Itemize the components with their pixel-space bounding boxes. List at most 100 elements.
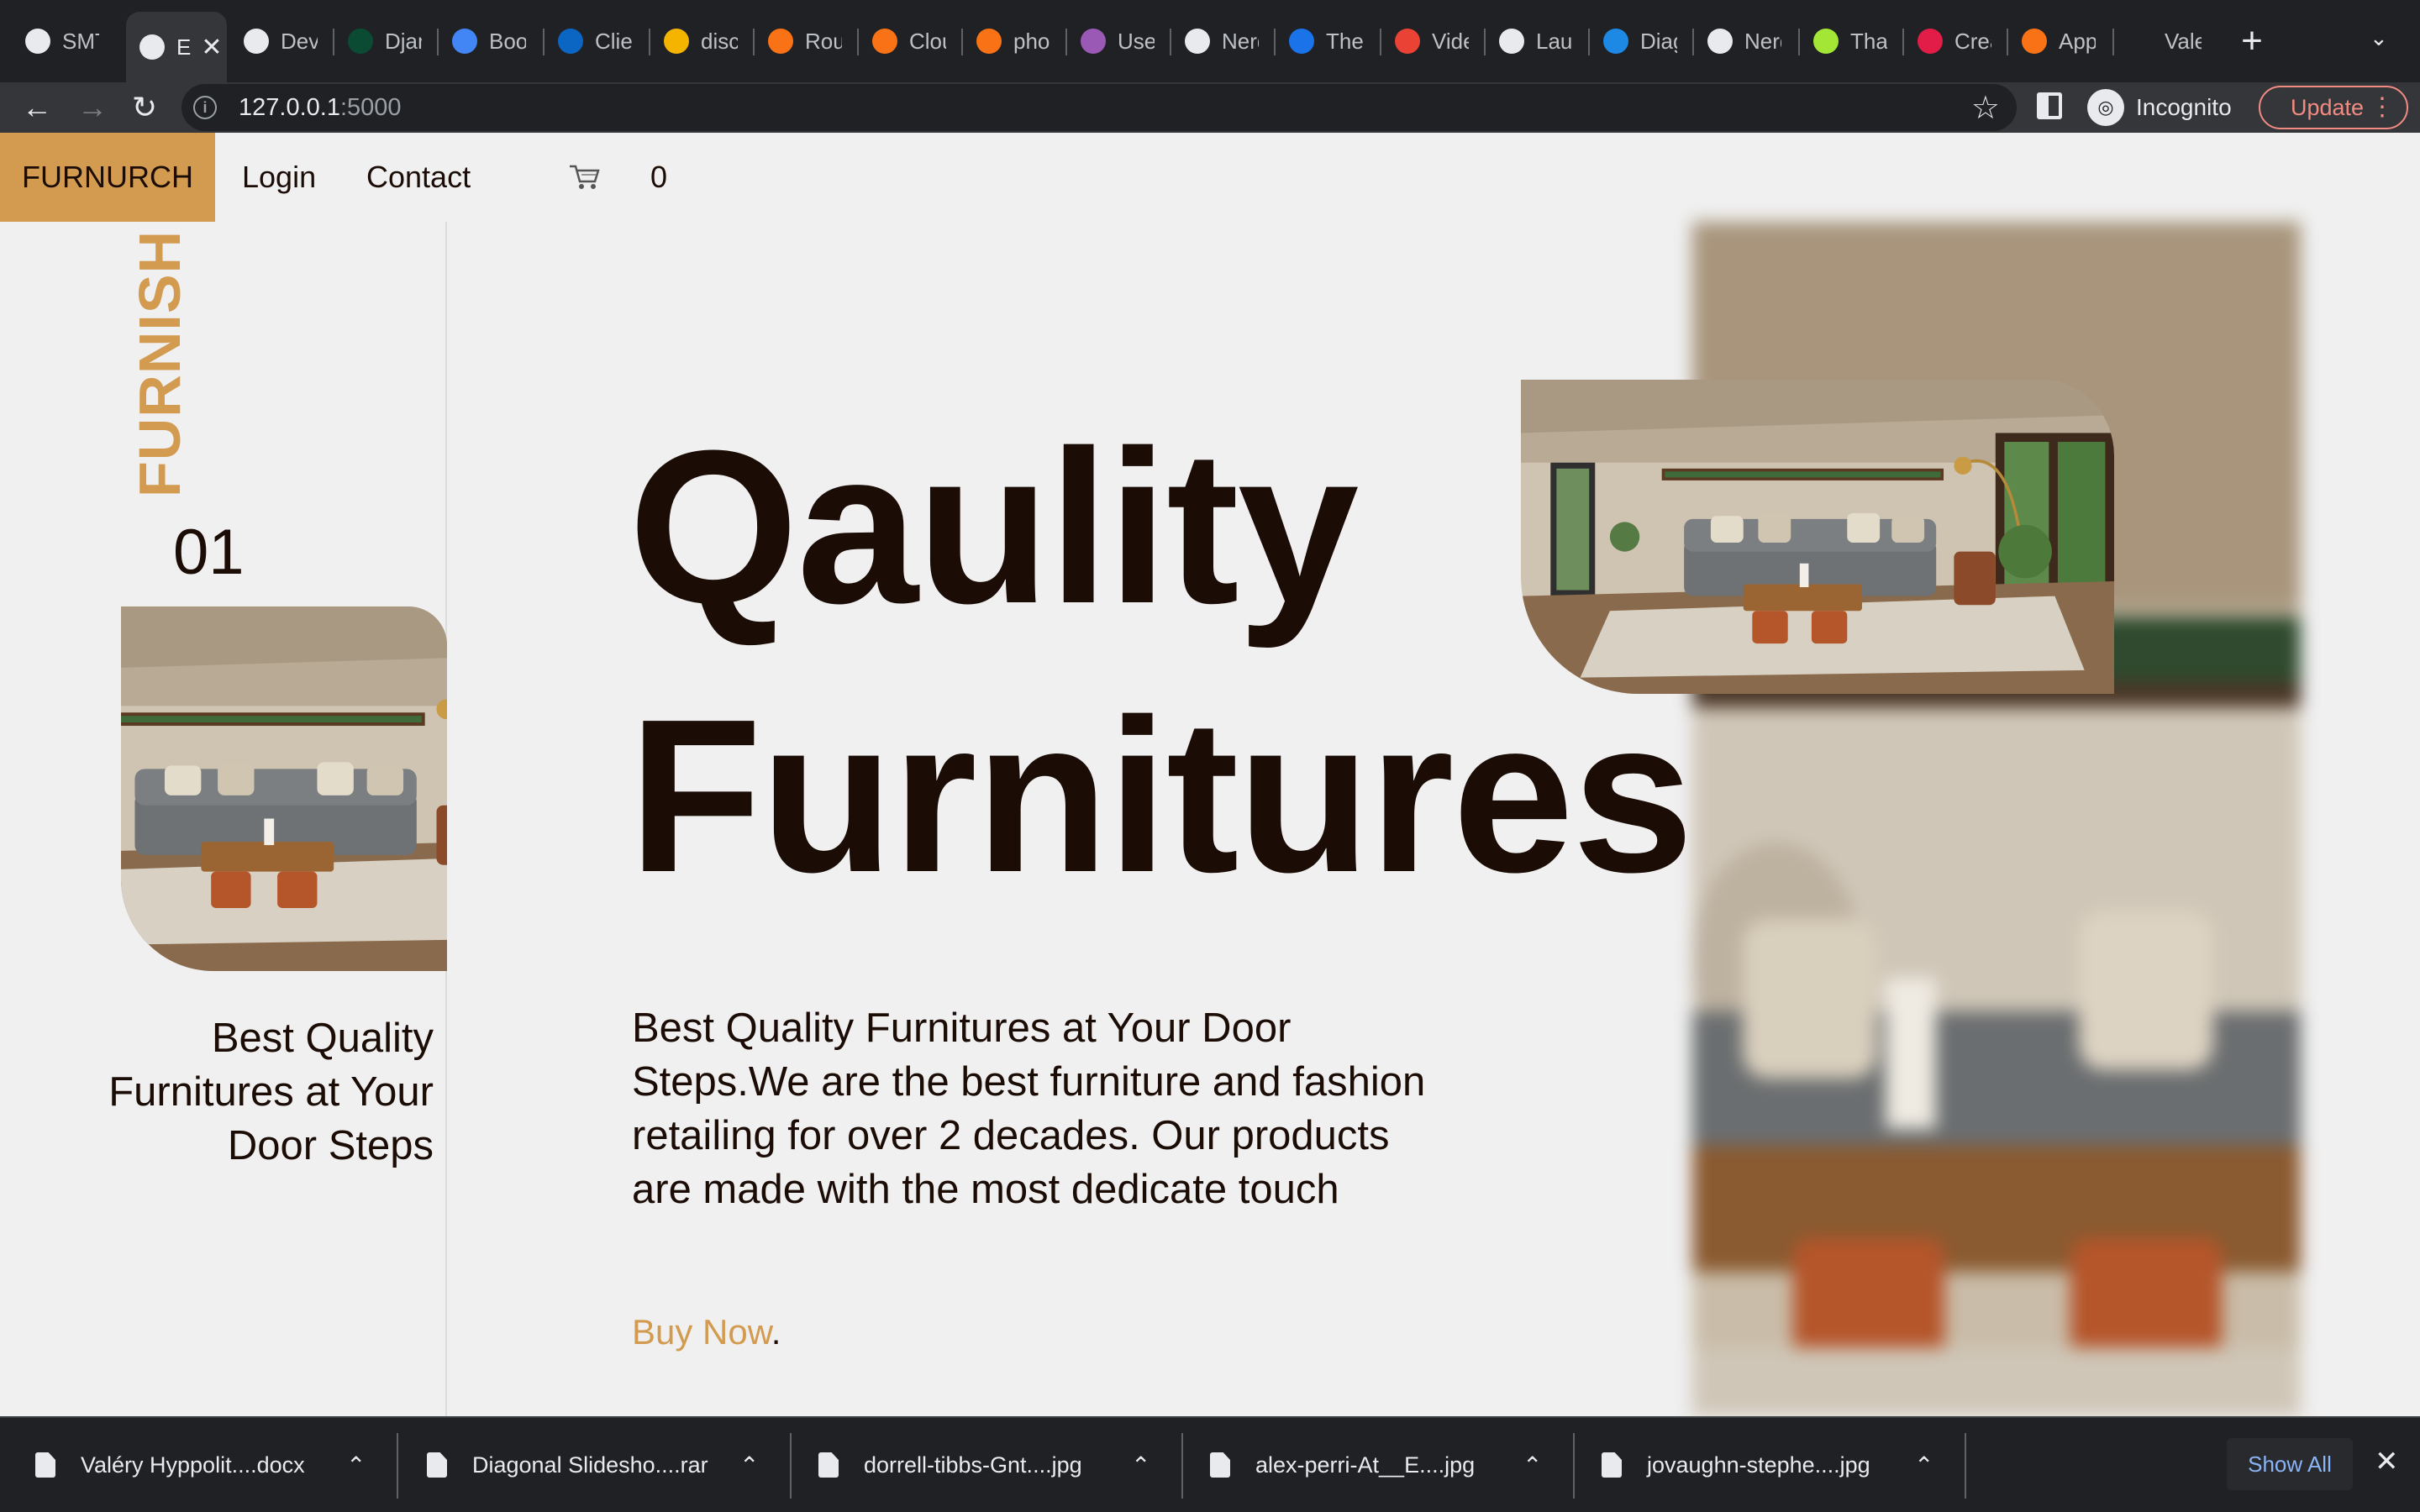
hero-description: Best Quality Furnitures at Your Door Ste… [632, 1005, 1426, 1212]
firefox-icon [2022, 29, 2047, 54]
browser-tab[interactable]: Vale [2114, 12, 2215, 71]
file-icon [818, 1452, 839, 1478]
gmail-icon [1395, 29, 1420, 54]
back-icon[interactable]: ← [15, 86, 59, 129]
box-icon [664, 29, 689, 54]
downloads-bar: Show All ✕ Valéry Hyppolit....docx ⌃ Diago… [0, 1416, 2420, 1512]
update-button[interactable]: Update ⋮ [2259, 86, 2408, 129]
download-filename: Diagonal Slidesho....rar [472, 1452, 708, 1478]
download-menu-icon[interactable]: ⌃ [346, 1448, 366, 1482]
reload-icon[interactable]: ↻ [123, 86, 166, 129]
browser-tab[interactable]: SMT [12, 12, 118, 71]
browser-tab[interactable]: E ✕ [126, 12, 227, 82]
update-label: Update [2291, 95, 2365, 120]
download-menu-icon[interactable]: ⌃ [1523, 1448, 1542, 1482]
browser-tab[interactable]: Nerd [1171, 12, 1272, 71]
download-item[interactable]: alex-perri-At__E....jpg [1210, 1418, 1475, 1512]
browser-tab[interactable]: Rou [755, 12, 855, 71]
tab-title: Djan [385, 28, 422, 54]
tab-title: The [1326, 28, 1363, 54]
hero-headline-line1: Qaulity [629, 406, 1359, 649]
tab-title: Lau [1536, 28, 1573, 54]
new-tab-button[interactable]: + [2235, 20, 2269, 62]
browser-tab[interactable]: The [1276, 12, 1378, 71]
download-menu-icon[interactable]: ⌃ [739, 1448, 759, 1482]
cube-icon [976, 29, 1002, 54]
slide-number: 01 [173, 517, 245, 588]
browser-tab[interactable]: Crea [1904, 12, 2005, 71]
browser-tab[interactable]: Nerd [1694, 12, 1797, 71]
side-panel-icon[interactable] [2037, 92, 2062, 119]
buy-now-dot: . [771, 1312, 781, 1352]
thumbnail-image[interactable] [121, 606, 447, 971]
drawio-icon [1603, 29, 1628, 54]
browser-tab[interactable]: Diag [1590, 12, 1691, 71]
browser-tab[interactable]: disc [650, 12, 751, 71]
file-icon [427, 1452, 447, 1478]
download-separator [1965, 1433, 1966, 1499]
nav-login-link[interactable]: Login [242, 133, 316, 222]
browser-toolbar: ← → ↻ i 127.0.0.1:5000 ☆ ◎ Incognito Upd… [0, 82, 2420, 133]
tab-title: Dev [281, 28, 318, 54]
tab-title: Use [1118, 28, 1155, 54]
browser-tab[interactable]: App [2008, 12, 2111, 71]
url-text[interactable]: 127.0.0.1:5000 [239, 94, 402, 122]
file-icon [1210, 1452, 1230, 1478]
globe-icon [1499, 29, 1524, 54]
browser-tab[interactable]: Djan [334, 12, 435, 71]
cube-icon [872, 29, 897, 54]
tab-title: Clou [909, 28, 946, 54]
download-menu-icon[interactable]: ⌃ [1914, 1448, 1933, 1482]
show-all-button[interactable]: Show All [2227, 1438, 2353, 1490]
browser-tab[interactable]: Lau [1486, 12, 1586, 71]
vertical-brand-word: FURNISH [127, 229, 192, 497]
incognito-indicator[interactable]: ◎ Incognito [2087, 87, 2232, 128]
download-separator [1573, 1433, 1575, 1499]
tab-title: SMT [62, 28, 99, 54]
download-item[interactable]: jovaughn-stephe....jpg [1602, 1418, 1870, 1512]
buy-now-link[interactable]: Buy Now. [632, 1312, 781, 1352]
tab-title: disc [701, 28, 738, 54]
tab-title: pho [1013, 28, 1050, 54]
tab-search-icon[interactable]: ⌄ [2370, 25, 2388, 51]
forward-icon[interactable]: → [71, 86, 114, 129]
close-tab-icon[interactable]: ✕ [201, 33, 222, 62]
download-filename: Valéry Hyppolit....docx [81, 1452, 305, 1478]
download-separator [790, 1433, 792, 1499]
featured-image[interactable] [1521, 380, 2114, 694]
brand-logo[interactable]: FURNURCH [0, 133, 215, 222]
tab-title: Vide [1432, 28, 1469, 54]
file-icon [1602, 1452, 1622, 1478]
browser-tab[interactable]: Clie [544, 12, 647, 71]
browser-tab[interactable]: pho [963, 12, 1064, 71]
globe-icon [244, 29, 269, 54]
tab-title: Boo [489, 28, 526, 54]
browser-tab[interactable]: Dev [230, 12, 331, 71]
django-icon [348, 29, 373, 54]
menu-dots-icon[interactable]: ⋮ [2370, 87, 2395, 128]
nav-contact-link[interactable]: Contact [366, 133, 471, 222]
download-menu-icon[interactable]: ⌃ [1131, 1448, 1150, 1482]
browser-tab[interactable]: Tha [1800, 12, 1901, 71]
browser-tab[interactable]: Vide [1381, 12, 1482, 71]
download-filename: jovaughn-stephe....jpg [1647, 1452, 1870, 1478]
buy-now-label: Buy Now [632, 1312, 771, 1352]
download-item[interactable]: Valéry Hyppolit....docx [35, 1418, 305, 1512]
download-item[interactable]: Diagonal Slidesho....rar [427, 1418, 708, 1512]
browser-tab[interactable]: Use [1067, 12, 1168, 71]
browser-tab[interactable]: Boo [439, 12, 541, 71]
left-column: FURNISH 01 Best Quality Furnitures at Yo… [0, 222, 447, 1416]
download-separator [397, 1433, 398, 1499]
browser-tab[interactable]: Clou [859, 12, 960, 71]
cart-count: 0 [650, 160, 668, 194]
globe-icon [25, 29, 50, 54]
address-bar[interactable]: i 127.0.0.1:5000 ☆ [182, 84, 2017, 131]
download-item[interactable]: dorrell-tibbs-Gnt....jpg [818, 1418, 1082, 1512]
close-downloads-icon[interactable]: ✕ [2375, 1445, 2399, 1478]
hexagon-icon [1081, 29, 1106, 54]
cart-icon[interactable] [568, 163, 602, 192]
browser-tab-bar: SMT E✕ Dev Djan Boo Clie disc Rou Clou pho Use Nerd… [0, 0, 2420, 82]
cube-icon [768, 29, 793, 54]
site-info-icon[interactable]: i [193, 96, 217, 119]
bookmark-star-icon[interactable]: ☆ [1971, 89, 2000, 127]
